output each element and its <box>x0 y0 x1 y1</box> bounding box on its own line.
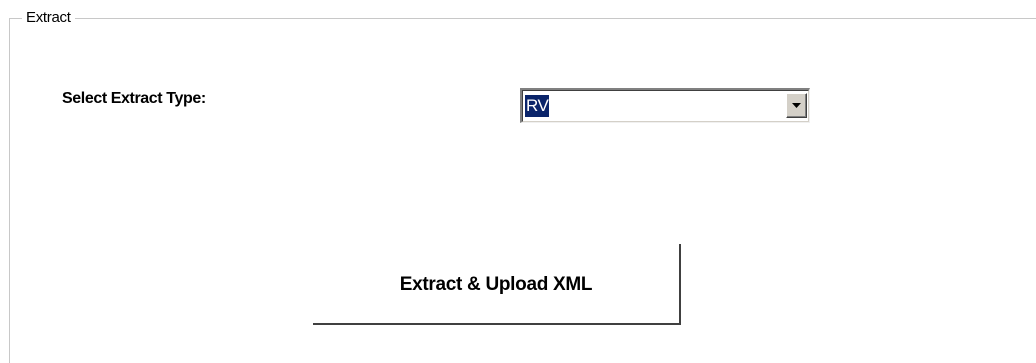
extract-type-dropdown-frame <box>522 90 809 122</box>
dropdown-arrow-button[interactable] <box>786 93 807 118</box>
extract-type-selected-value[interactable]: RV <box>525 95 550 117</box>
extract-upload-xml-button[interactable]: Extract & Upload XML <box>313 244 681 325</box>
extract-type-label: Select Extract Type: <box>62 90 206 107</box>
extract-type-dropdown[interactable]: RV <box>520 88 810 123</box>
extract-group-title: Extract <box>22 8 75 28</box>
chevron-down-icon <box>792 103 801 108</box>
